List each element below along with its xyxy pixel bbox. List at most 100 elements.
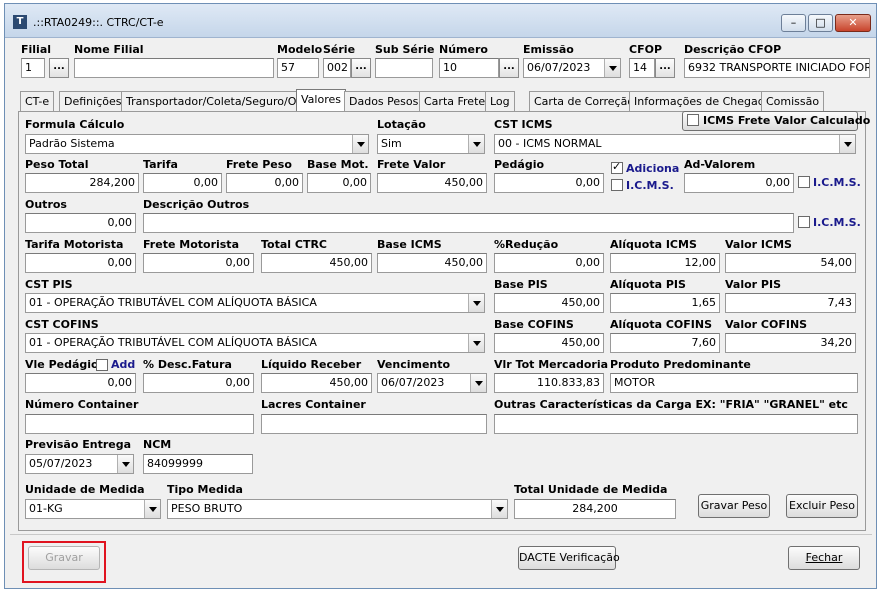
total-unidade-medida-field[interactable]: 284,200	[514, 499, 676, 519]
tab-dados-pesos[interactable]: Dados Pesos	[344, 91, 424, 111]
liquido-receber-field[interactable]: 450,00	[261, 373, 372, 393]
excluir-peso-button[interactable]: Excluir Peso	[786, 494, 858, 518]
previsao-entrega-date-picker[interactable]: 05/07/2023	[25, 454, 134, 474]
tipo-medida-select[interactable]: PESO BRUTO	[167, 499, 508, 519]
tab-comissao[interactable]: Comissão	[761, 91, 825, 111]
lacres-container-label: Lacres Container	[261, 398, 366, 411]
fechar-button[interactable]: Fechar	[788, 546, 860, 570]
tab-valores[interactable]: Valores	[296, 89, 346, 111]
valor-pis-label: Valor PIS	[725, 278, 781, 291]
reducao-field[interactable]: 0,00	[494, 253, 604, 273]
descricao-outros-field[interactable]	[143, 213, 794, 233]
cfop-lookup-button[interactable]: ...	[655, 58, 675, 78]
lotacao-select[interactable]: Sim	[377, 134, 485, 154]
chevron-down-icon[interactable]	[468, 334, 484, 352]
footer-separator	[10, 534, 872, 535]
tab-carta-correcao[interactable]: Carta de Correção	[529, 91, 640, 111]
chevron-down-icon[interactable]	[470, 374, 486, 392]
tab-transportador[interactable]: Transportador/Coleta/Seguro/Obs	[121, 91, 315, 111]
tarifa-field[interactable]: 0,00	[143, 173, 222, 193]
lacres-container-field[interactable]	[261, 414, 487, 434]
aliquota-cofins-field[interactable]: 7,60	[610, 333, 720, 353]
chevron-down-icon[interactable]	[468, 135, 484, 153]
pedagio-field[interactable]: 0,00	[494, 173, 604, 193]
title-bar[interactable]: T .::RTA0249::. CTRC/CT-e – □ ✕	[5, 4, 876, 38]
serie-lookup-button[interactable]: ...	[351, 58, 371, 78]
chevron-down-icon[interactable]	[491, 500, 507, 518]
aliquota-pis-label: Alíquota PIS	[610, 278, 686, 291]
aliquota-icms-field[interactable]: 12,00	[610, 253, 720, 273]
chevron-down-icon[interactable]	[468, 294, 484, 312]
aliquota-pis-field[interactable]: 1,65	[610, 293, 720, 313]
dacte-verificacao-button[interactable]: DACTE Verificação	[518, 546, 620, 570]
cst-pis-label: CST PIS	[25, 278, 73, 291]
valor-pis-field[interactable]: 7,43	[725, 293, 856, 313]
valor-icms-field[interactable]: 54,00	[725, 253, 856, 273]
base-icms-field[interactable]: 450,00	[377, 253, 487, 273]
base-cofins-field[interactable]: 450,00	[494, 333, 604, 353]
frete-valor-field[interactable]: 450,00	[377, 173, 487, 193]
gravar-peso-button[interactable]: Gravar Peso	[698, 494, 770, 518]
unidade-medida-select[interactable]: 01-KG	[25, 499, 161, 519]
numero-container-field[interactable]	[25, 414, 254, 434]
app-icon: T	[13, 15, 27, 29]
emissao-date-picker[interactable]: 06/07/2023	[523, 58, 621, 78]
outras-caracteristicas-label: Outras Características da Carga EX: "FRI…	[494, 398, 848, 411]
pedagio-icms-checkbox[interactable]	[611, 179, 623, 191]
icms-frete-calc-checkbox[interactable]	[687, 114, 699, 126]
chevron-down-icon[interactable]	[117, 455, 133, 473]
icms-frete-valor-calculado-toggle[interactable]: ICMS Frete Valor Calculado	[682, 111, 870, 131]
produto-predominante-field[interactable]: MOTOR	[610, 373, 858, 393]
cst-cofins-select[interactable]: 01 - OPERAÇÃO TRIBUTÁVEL COM ALÍQUOTA BÁ…	[25, 333, 485, 353]
tab-informacoes-chegada[interactable]: Informações de Chegada	[629, 91, 777, 111]
base-pis-field[interactable]: 450,00	[494, 293, 604, 313]
descricao-cfop-field[interactable]: 6932 TRANSPORTE INICIADO FORA D	[684, 58, 870, 78]
cfop-field[interactable]: 14	[629, 58, 655, 78]
vencimento-date-picker[interactable]: 06/07/2023	[377, 373, 487, 393]
adiciona-checkbox[interactable]	[611, 160, 623, 174]
close-button[interactable]: ✕	[835, 14, 871, 32]
ad-valorem-icms-checkbox[interactable]	[798, 176, 810, 188]
chevron-down-icon[interactable]	[839, 135, 855, 153]
ad-valorem-field[interactable]: 0,00	[684, 173, 794, 193]
tab-carta-frete[interactable]: Carta Frete	[419, 91, 491, 111]
numero-lookup-button[interactable]: ...	[499, 58, 519, 78]
vle-pedagio-field[interactable]: 0,00	[25, 373, 136, 393]
nome-filial-field[interactable]	[74, 58, 274, 78]
peso-total-field[interactable]: 284,200	[25, 173, 139, 193]
base-mot-field[interactable]: 0,00	[307, 173, 371, 193]
outros-field[interactable]: 0,00	[25, 213, 136, 233]
cst-icms-select[interactable]: 00 - ICMS NORMAL	[494, 134, 856, 154]
valor-cofins-field[interactable]: 34,20	[725, 333, 856, 353]
minimize-button[interactable]: –	[781, 14, 806, 32]
modelo-field[interactable]: 57	[277, 58, 319, 78]
formula-calculo-select[interactable]: Padrão Sistema	[25, 134, 369, 154]
filial-field[interactable]: 1	[21, 58, 45, 78]
vlr-tot-mercadoria-field[interactable]: 110.833,83	[494, 373, 604, 393]
numero-field[interactable]: 10	[439, 58, 499, 78]
vle-pedagio-add-checkbox[interactable]	[96, 359, 108, 371]
outras-caracteristicas-field[interactable]	[494, 414, 858, 434]
frete-motorista-label: Frete Motorista	[143, 238, 239, 251]
tab-log[interactable]: Log	[485, 91, 515, 111]
sub-serie-field[interactable]	[375, 58, 433, 78]
frete-motorista-field[interactable]: 0,00	[143, 253, 254, 273]
unidade-medida-value: 01-KG	[29, 502, 63, 515]
tab-definicoes[interactable]: Definições	[59, 91, 127, 111]
produto-predominante-label: Produto Predominante	[610, 358, 751, 371]
filial-lookup-button[interactable]: ...	[49, 58, 69, 78]
total-ctrc-field[interactable]: 450,00	[261, 253, 372, 273]
desc-fatura-field[interactable]: 0,00	[143, 373, 254, 393]
tarifa-motorista-field[interactable]: 0,00	[25, 253, 136, 273]
ncm-field[interactable]: 84099999	[143, 454, 253, 474]
valor-cofins-label: Valor COFINS	[725, 318, 808, 331]
maximize-button[interactable]: □	[808, 14, 833, 32]
chevron-down-icon[interactable]	[604, 59, 620, 77]
chevron-down-icon[interactable]	[352, 135, 368, 153]
tab-cte[interactable]: CT-e	[20, 91, 55, 111]
outros-icms-checkbox[interactable]	[798, 216, 810, 228]
serie-field[interactable]: 002	[323, 58, 351, 78]
cst-pis-select[interactable]: 01 - OPERAÇÃO TRIBUTÁVEL COM ALÍQUOTA BÁ…	[25, 293, 485, 313]
frete-peso-field[interactable]: 0,00	[226, 173, 303, 193]
chevron-down-icon[interactable]	[144, 500, 160, 518]
